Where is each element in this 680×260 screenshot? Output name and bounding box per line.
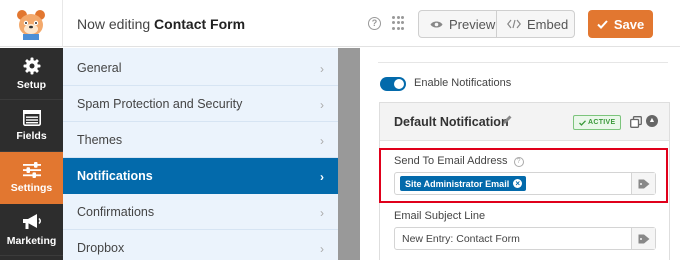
email-subject-value: New Entry: Contact Form — [402, 233, 520, 245]
chevron-right-icon: › — [320, 170, 324, 184]
settings-item-themes[interactable]: Themes › — [63, 122, 338, 158]
settings-item-label: General — [77, 60, 122, 75]
collapse-icon[interactable]: ▲ — [646, 115, 658, 127]
gear-icon — [23, 57, 40, 74]
eye-icon — [430, 21, 443, 27]
nav-fields-label: Fields — [16, 129, 47, 142]
settings-menu: General › Spam Protection and Security ›… — [63, 48, 338, 260]
page-title: Now editing Contact Form — [77, 16, 245, 32]
preview-embed-group: Preview Embed — [418, 10, 575, 38]
megaphone-icon — [22, 213, 41, 229]
chevron-right-icon: › — [320, 206, 324, 220]
editing-prefix: Now editing — [77, 16, 151, 32]
pencil-icon[interactable] — [502, 114, 513, 128]
settings-item-label: Notifications — [77, 169, 153, 183]
panel-divider — [338, 48, 360, 260]
status-badge: ACTIVE — [573, 115, 622, 130]
nav-fields[interactable]: Fields — [0, 100, 63, 152]
notification-title: Default Notification — [394, 115, 509, 129]
settings-item-dropbox[interactable]: Dropbox › — [63, 230, 338, 260]
check-icon — [579, 119, 586, 126]
notification-card-header: Default Notification ACTIVE ▲ — [380, 103, 669, 141]
fields-icon — [22, 109, 41, 126]
preview-button[interactable]: Preview — [419, 11, 497, 37]
email-subject-label: Email Subject Line — [394, 210, 486, 222]
wpforms-logo[interactable] — [0, 0, 63, 47]
chevron-right-icon: › — [320, 242, 324, 256]
sliders-icon — [22, 162, 41, 178]
save-button[interactable]: Save — [588, 10, 653, 38]
highlight-box — [379, 148, 668, 203]
nav-setup-label: Setup — [16, 78, 47, 91]
nav-marketing[interactable]: Marketing — [0, 204, 63, 256]
chevron-right-icon: › — [320, 98, 324, 112]
settings-item-label: Dropbox — [77, 240, 125, 255]
top-bar: Now editing Contact Form ? Preview Embed… — [0, 0, 680, 47]
enable-notifications-toggle[interactable] — [380, 77, 406, 91]
help-icon[interactable]: ? — [368, 17, 381, 30]
chevron-right-icon: › — [320, 134, 324, 148]
settings-item-confirmations[interactable]: Confirmations › — [63, 194, 338, 230]
settings-item-spam-protection[interactable]: Spam Protection and Security › — [63, 86, 338, 122]
left-nav: Setup Fields Settings Marketing — [0, 48, 63, 260]
nav-settings-label: Settings — [10, 182, 53, 194]
form-name: Contact Form — [154, 16, 246, 32]
status-badge-label: ACTIVE — [588, 119, 616, 126]
code-icon — [507, 19, 521, 29]
tag-icon — [638, 234, 649, 243]
divider — [378, 62, 668, 63]
smart-tags-button[interactable] — [631, 228, 655, 249]
settings-item-general[interactable]: General › — [63, 50, 338, 86]
nav-marketing-label: Marketing — [6, 234, 57, 247]
embed-label: Embed — [527, 16, 569, 32]
enable-notifications-label: Enable Notifications — [414, 77, 512, 89]
settings-item-notifications[interactable]: Notifications › — [63, 158, 338, 194]
chevron-right-icon: › — [320, 62, 324, 76]
nav-setup[interactable]: Setup — [0, 48, 63, 100]
copy-icon[interactable] — [630, 115, 642, 133]
bear-mascot-icon — [17, 9, 45, 40]
grid-menu-icon[interactable] — [392, 16, 404, 30]
preview-label: Preview — [449, 16, 496, 32]
checkmark-icon — [597, 19, 608, 29]
email-subject-field[interactable]: New Entry: Contact Form — [394, 227, 656, 250]
save-label: Save — [613, 16, 645, 32]
embed-button[interactable]: Embed — [497, 11, 574, 37]
settings-item-label: Confirmations — [77, 204, 155, 219]
settings-item-label: Themes — [77, 132, 123, 147]
settings-item-label: Spam Protection and Security — [77, 96, 243, 111]
nav-settings[interactable]: Settings — [0, 152, 63, 204]
